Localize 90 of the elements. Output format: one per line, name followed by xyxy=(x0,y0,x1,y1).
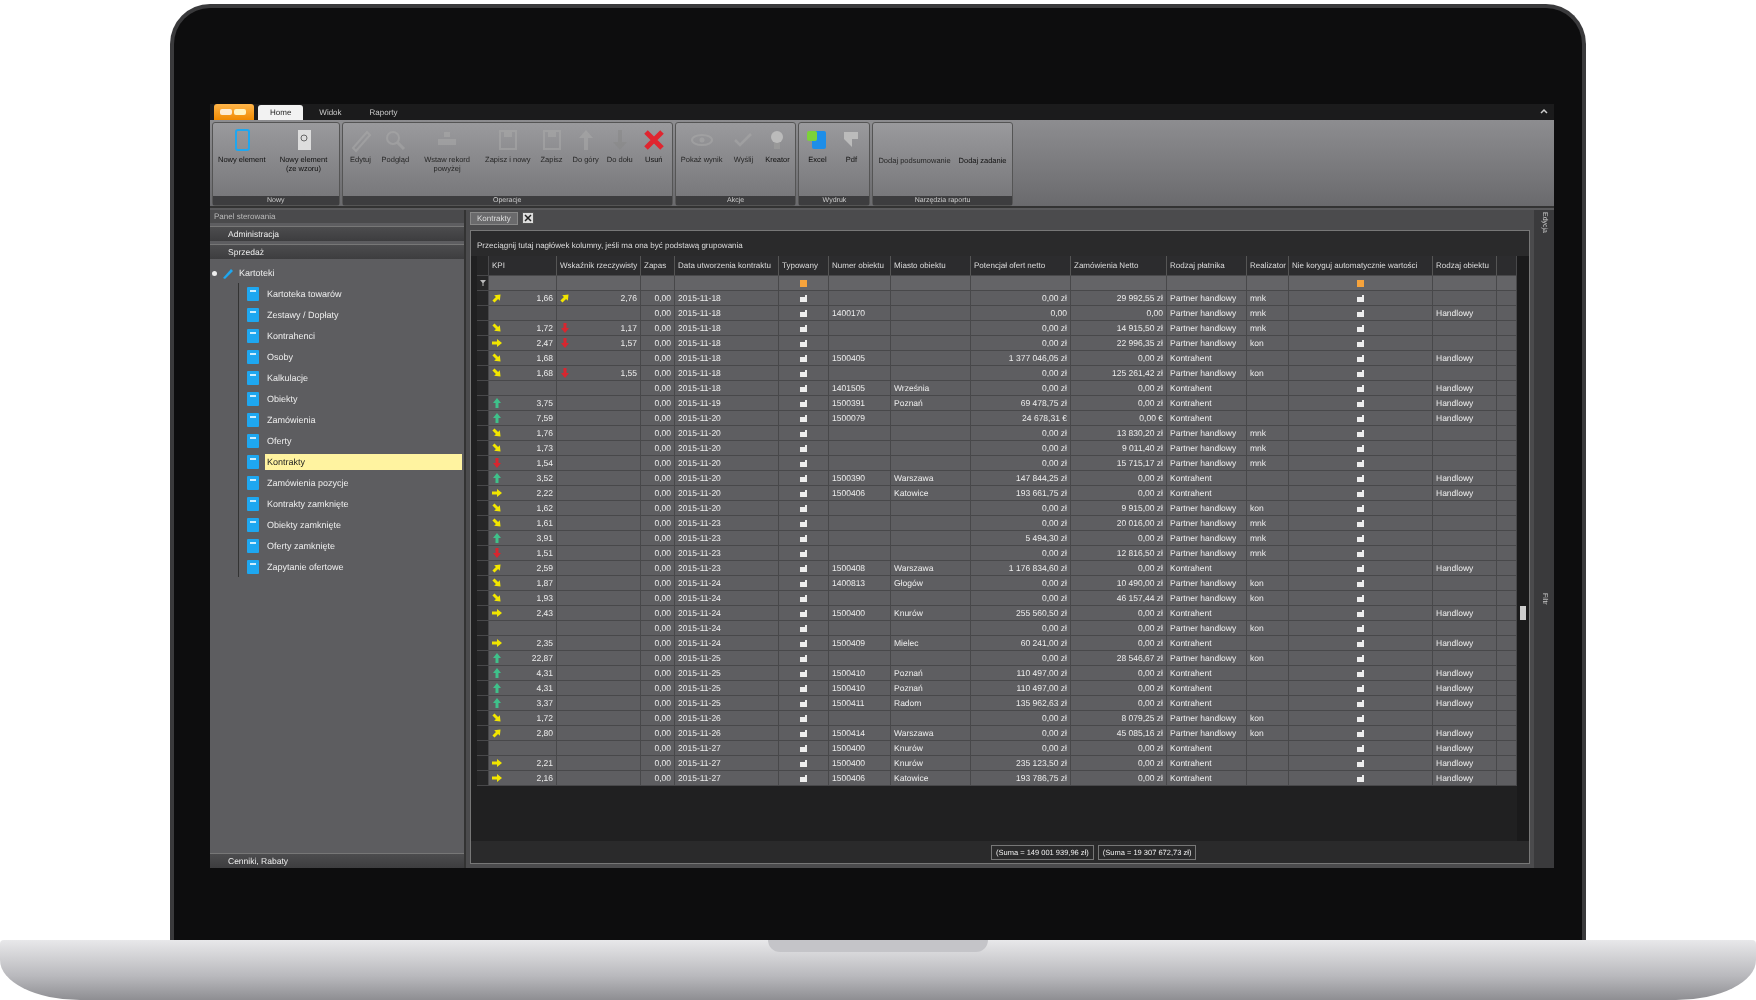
checkbox-icon[interactable] xyxy=(800,669,807,677)
checkbox-icon[interactable] xyxy=(800,339,807,347)
checkbox-icon[interactable] xyxy=(800,309,807,317)
checkbox-icon[interactable] xyxy=(1357,429,1364,437)
document-icon xyxy=(245,390,261,407)
checkbox-icon[interactable] xyxy=(1357,669,1364,677)
checkbox-icon[interactable] xyxy=(1357,684,1364,692)
checkbox-icon[interactable] xyxy=(1357,729,1364,737)
edit-icon xyxy=(347,127,374,153)
checkbox-icon[interactable] xyxy=(1357,534,1364,542)
checkbox-icon[interactable] xyxy=(800,444,807,452)
close-icon[interactable] xyxy=(521,212,534,224)
document-icon xyxy=(245,474,261,491)
document-icon xyxy=(245,327,261,344)
document-icon xyxy=(245,516,261,533)
checkbox-icon[interactable] xyxy=(1357,339,1364,347)
checkbox-icon[interactable] xyxy=(800,744,807,752)
checkbox-icon[interactable] xyxy=(800,324,807,332)
checkbox-icon[interactable] xyxy=(1357,414,1364,422)
checkbox-icon[interactable] xyxy=(800,549,807,557)
checkbox-icon[interactable] xyxy=(1357,564,1364,572)
document-icon xyxy=(245,369,261,386)
checkbox-icon[interactable] xyxy=(800,429,807,437)
document-icon xyxy=(245,306,261,323)
document-icon xyxy=(245,285,261,302)
checkbox-icon[interactable] xyxy=(1357,714,1364,722)
checkbox-icon[interactable] xyxy=(1357,639,1364,647)
checkbox-icon[interactable] xyxy=(800,684,807,692)
checkbox-icon[interactable] xyxy=(800,609,807,617)
filter-checkbox[interactable] xyxy=(800,279,807,287)
checkbox-icon[interactable] xyxy=(1357,459,1364,467)
delete-icon xyxy=(640,127,667,153)
checkbox-icon[interactable] xyxy=(1357,579,1364,587)
checkbox-icon[interactable] xyxy=(800,639,807,647)
checkbox-icon[interactable] xyxy=(800,534,807,542)
checkbox-icon[interactable] xyxy=(800,474,807,482)
checkbox-icon[interactable] xyxy=(1357,294,1364,302)
checkbox-icon[interactable] xyxy=(800,564,807,572)
checkbox-icon[interactable] xyxy=(800,519,807,527)
checkbox-icon[interactable] xyxy=(1357,519,1364,527)
checkbox-icon[interactable] xyxy=(800,654,807,662)
document-icon xyxy=(245,495,261,512)
checkbox-icon[interactable] xyxy=(1357,699,1364,707)
checkbox-icon[interactable] xyxy=(800,489,807,497)
checkbox-icon[interactable] xyxy=(1357,609,1364,617)
checkbox-icon[interactable] xyxy=(1357,654,1364,662)
document-icon xyxy=(245,348,261,365)
document-icon xyxy=(245,453,261,470)
checkbox-icon[interactable] xyxy=(800,459,807,467)
checkbox-icon[interactable] xyxy=(1357,504,1364,512)
checkbox-icon[interactable] xyxy=(1357,474,1364,482)
pencil-icon xyxy=(221,266,235,280)
checkbox-icon[interactable] xyxy=(800,624,807,632)
checkbox-icon[interactable] xyxy=(1357,744,1364,752)
checkbox-icon[interactable] xyxy=(1357,594,1364,602)
logo-icon xyxy=(219,107,249,117)
checkbox-icon[interactable] xyxy=(800,729,807,737)
checkbox-icon[interactable] xyxy=(800,354,807,362)
checkbox-icon[interactable] xyxy=(800,714,807,722)
checkbox-icon[interactable] xyxy=(1357,444,1364,452)
checkbox-icon[interactable] xyxy=(800,579,807,587)
checkbox-icon[interactable] xyxy=(800,399,807,407)
filter-checkbox[interactable] xyxy=(1357,279,1364,287)
checkbox-icon[interactable] xyxy=(1357,309,1364,317)
checkbox-icon[interactable] xyxy=(1357,549,1364,557)
checkbox-icon[interactable] xyxy=(1357,354,1364,362)
checkbox-icon[interactable] xyxy=(800,504,807,512)
scrollbar[interactable] xyxy=(1517,256,1529,841)
checkbox-icon[interactable] xyxy=(800,414,807,422)
checkbox-icon[interactable] xyxy=(800,369,807,377)
document-icon xyxy=(245,411,261,428)
checkbox-icon[interactable] xyxy=(1357,369,1364,377)
checkbox-icon[interactable] xyxy=(1357,774,1364,782)
checkbox-icon[interactable] xyxy=(1357,489,1364,497)
checkbox-icon[interactable] xyxy=(1357,399,1364,407)
checkbox-icon[interactable] xyxy=(1357,759,1364,767)
checkbox-icon[interactable] xyxy=(800,699,807,707)
document-icon xyxy=(245,537,261,554)
checkbox-icon[interactable] xyxy=(800,384,807,392)
checkbox-icon[interactable] xyxy=(800,774,807,782)
checkbox-icon[interactable] xyxy=(1357,384,1364,392)
checkbox-icon[interactable] xyxy=(800,594,807,602)
expander-icon[interactable] xyxy=(212,270,217,276)
checkbox-icon[interactable] xyxy=(800,759,807,767)
collapse-icon[interactable] xyxy=(1540,108,1548,116)
checkbox-icon[interactable] xyxy=(800,294,807,302)
document-icon xyxy=(245,558,261,575)
checkbox-icon[interactable] xyxy=(1357,624,1364,632)
checkbox-icon[interactable] xyxy=(1357,324,1364,332)
document-icon xyxy=(245,432,261,449)
